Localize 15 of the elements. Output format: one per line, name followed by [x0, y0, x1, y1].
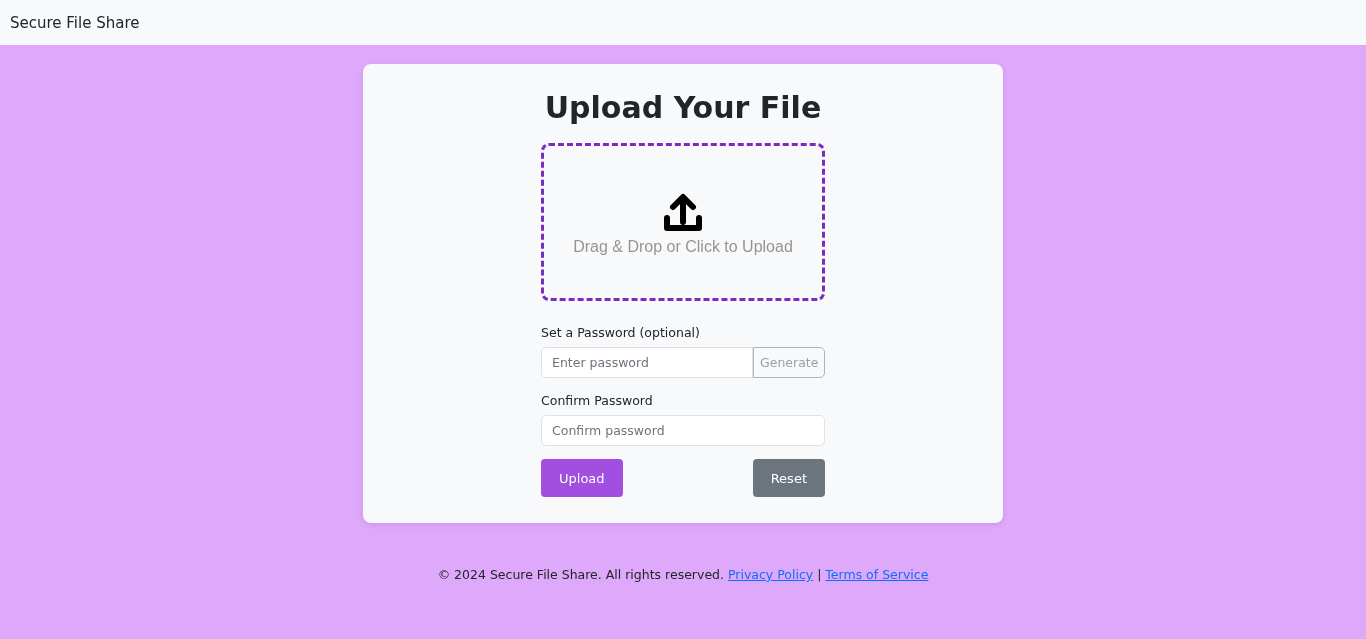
brand-title[interactable]: Secure File Share [10, 13, 140, 32]
terms-link[interactable]: Terms of Service [825, 567, 929, 582]
confirm-field[interactable]: Confirm password [541, 415, 825, 446]
drop-hint: Drag & Drop or Click to Upload [573, 238, 793, 256]
footer-text: © 2024 Secure File Share. All rights reserved. Privacy Policy | Terms of Service [437, 567, 929, 582]
upload-button[interactable]: Upload [541, 459, 623, 497]
password-label: Set a Password (optional) [541, 325, 701, 340]
reset-button[interactable]: Reset [752, 459, 825, 497]
page-title: Upload Your File [544, 90, 822, 125]
confirm-label: Confirm Password [541, 393, 654, 408]
generate-button[interactable]: Generate [753, 347, 825, 378]
password-field[interactable]: Enter password [541, 347, 753, 378]
drop-zone[interactable]: Drag & Drop or Click to Upload [541, 143, 825, 301]
privacy-link[interactable]: Privacy Policy [727, 567, 814, 582]
upload-icon [662, 192, 704, 234]
